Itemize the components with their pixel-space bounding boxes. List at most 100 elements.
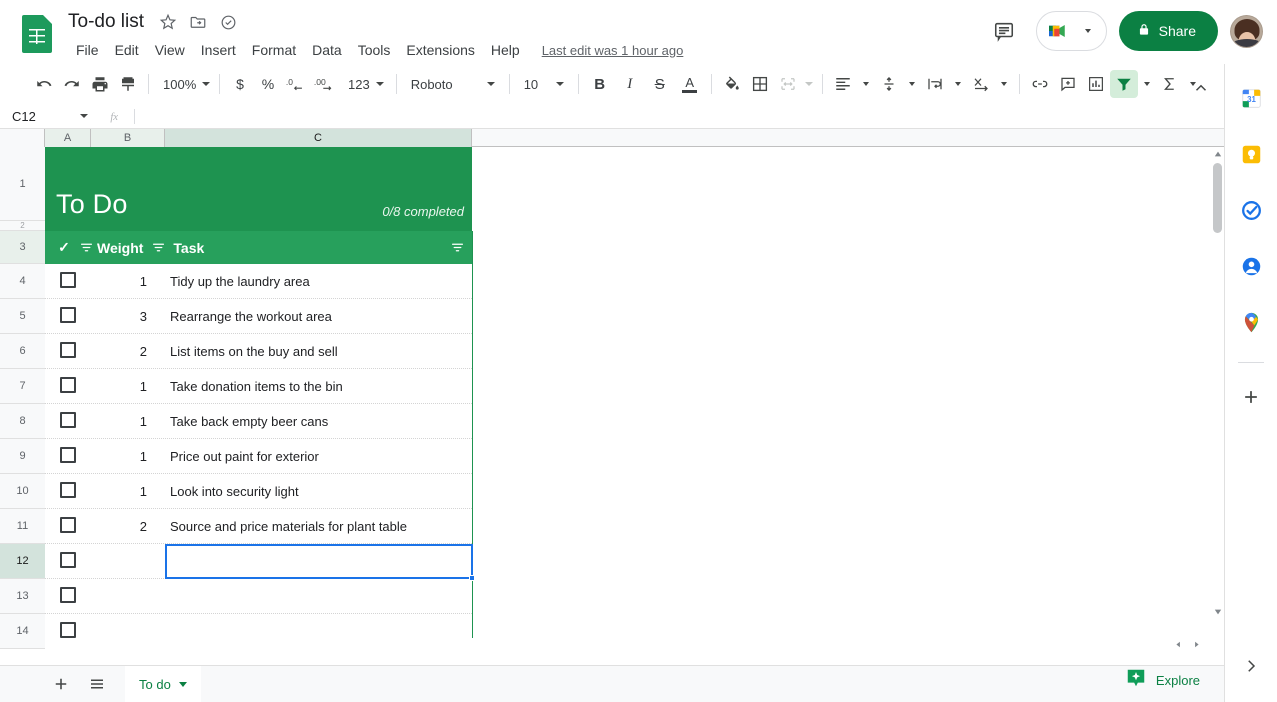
task-checkbox[interactable] bbox=[60, 516, 76, 533]
row-header-5[interactable]: 5 bbox=[0, 299, 45, 334]
filter-icon[interactable] bbox=[1109, 70, 1138, 98]
scroll-down-button[interactable] bbox=[1211, 605, 1224, 619]
row-header-7[interactable]: 7 bbox=[0, 369, 45, 404]
last-edit-status[interactable]: Last edit was 1 hour ago bbox=[542, 43, 684, 58]
column-header-C[interactable]: C bbox=[165, 129, 472, 147]
task-checkbox[interactable] bbox=[60, 271, 76, 288]
row-header-8[interactable]: 8 bbox=[0, 404, 45, 439]
google-meet-icon[interactable] bbox=[1035, 11, 1107, 51]
chevron-down-icon[interactable] bbox=[1084, 29, 1091, 33]
print-icon[interactable] bbox=[86, 70, 114, 98]
insert-chart-icon[interactable] bbox=[1082, 70, 1110, 98]
more-formats-button[interactable]: 123 bbox=[340, 70, 390, 98]
task-name[interactable]: Tidy up the laundry area bbox=[170, 274, 310, 289]
menu-extensions[interactable]: Extensions bbox=[398, 38, 482, 62]
google-contacts-icon[interactable] bbox=[1233, 248, 1269, 284]
google-keep-icon[interactable] bbox=[1233, 136, 1269, 172]
strikethrough-button[interactable]: S bbox=[645, 70, 675, 98]
user-avatar[interactable] bbox=[1230, 14, 1263, 48]
horizontal-align-icon[interactable] bbox=[829, 70, 857, 98]
row-header-6[interactable]: 6 bbox=[0, 334, 45, 369]
task-checkbox[interactable] bbox=[60, 376, 76, 393]
explore-button[interactable]: Explore bbox=[1115, 661, 1210, 700]
horizontal-align-caret[interactable] bbox=[857, 70, 875, 98]
font-size-selector[interactable]: 10 bbox=[516, 70, 572, 98]
task-weight[interactable]: 3 bbox=[91, 309, 147, 324]
vertical-align-caret[interactable] bbox=[903, 70, 921, 98]
borders-icon[interactable] bbox=[746, 70, 774, 98]
row-header-1[interactable]: 1 bbox=[0, 147, 45, 221]
sheet-tab-to-do[interactable]: To do bbox=[125, 665, 201, 702]
row-header-11[interactable]: 11 bbox=[0, 509, 45, 544]
task-weight[interactable]: 1 bbox=[91, 449, 147, 464]
merge-options-caret[interactable] bbox=[802, 70, 816, 98]
chevron-down-icon[interactable] bbox=[178, 681, 187, 687]
formula-input[interactable] bbox=[135, 104, 1224, 129]
row-header-12[interactable]: 12 bbox=[0, 544, 45, 579]
fill-handle[interactable] bbox=[469, 575, 475, 581]
text-rotation-icon[interactable] bbox=[967, 70, 995, 98]
row-header-13[interactable]: 13 bbox=[0, 579, 45, 614]
text-wrapping-caret[interactable] bbox=[949, 70, 967, 98]
task-checkbox[interactable] bbox=[60, 551, 76, 568]
italic-button[interactable]: I bbox=[615, 70, 645, 98]
google-calendar-icon[interactable]: 31 bbox=[1233, 80, 1269, 116]
task-checkbox[interactable] bbox=[60, 411, 76, 428]
google-sheets-logo[interactable] bbox=[20, 14, 53, 54]
task-name[interactable]: Take back empty beer cans bbox=[170, 414, 328, 429]
google-tasks-icon[interactable] bbox=[1233, 192, 1269, 228]
menu-insert[interactable]: Insert bbox=[193, 38, 244, 62]
task-checkbox[interactable] bbox=[60, 341, 76, 358]
paint-format-icon[interactable] bbox=[114, 70, 142, 98]
menu-edit[interactable]: Edit bbox=[107, 38, 147, 62]
menu-help[interactable]: Help bbox=[483, 38, 528, 62]
column-header-B[interactable]: B bbox=[91, 129, 165, 147]
task-weight[interactable]: 1 bbox=[91, 414, 147, 429]
vertical-align-icon[interactable] bbox=[875, 70, 903, 98]
text-wrapping-icon[interactable] bbox=[921, 70, 949, 98]
undo-icon[interactable] bbox=[30, 70, 58, 98]
vertical-scrollbar[interactable] bbox=[1211, 147, 1224, 633]
share-button[interactable]: Share bbox=[1118, 11, 1218, 51]
functions-sigma-icon[interactable] bbox=[1156, 70, 1184, 98]
row-header-10[interactable]: 10 bbox=[0, 474, 45, 509]
redo-icon[interactable] bbox=[58, 70, 86, 98]
task-weight[interactable]: 1 bbox=[91, 379, 147, 394]
task-name[interactable]: Look into security light bbox=[170, 484, 299, 499]
task-name[interactable]: Take donation items to the bin bbox=[170, 379, 343, 394]
name-box[interactable]: C12 bbox=[0, 104, 100, 129]
row-header-4[interactable]: 4 bbox=[0, 264, 45, 299]
task-name[interactable]: Price out paint for exterior bbox=[170, 449, 319, 464]
font-family-selector[interactable]: Roboto bbox=[403, 70, 503, 98]
menu-view[interactable]: View bbox=[147, 38, 193, 62]
fill-color-icon[interactable] bbox=[718, 70, 746, 98]
star-icon[interactable] bbox=[158, 12, 178, 32]
scroll-right-button[interactable] bbox=[1190, 638, 1203, 651]
row-header-14[interactable]: 14 bbox=[0, 614, 45, 649]
task-name[interactable]: Rearrange the workout area bbox=[170, 309, 332, 324]
filter-icon-column-a[interactable] bbox=[75, 241, 97, 254]
task-checkbox[interactable] bbox=[60, 446, 76, 463]
task-checkbox[interactable] bbox=[60, 586, 76, 603]
bold-button[interactable]: B bbox=[585, 70, 615, 98]
select-all-corner[interactable] bbox=[0, 129, 45, 147]
vertical-scroll-thumb[interactable] bbox=[1213, 163, 1222, 233]
scroll-left-button[interactable] bbox=[1172, 638, 1185, 651]
filter-caret[interactable] bbox=[1138, 70, 1156, 98]
collapse-toolbar-icon[interactable] bbox=[1187, 74, 1215, 102]
task-name[interactable]: Source and price materials for plant tab… bbox=[170, 519, 407, 534]
task-weight[interactable]: 2 bbox=[91, 519, 147, 534]
menu-format[interactable]: Format bbox=[244, 38, 304, 62]
task-name[interactable]: List items on the buy and sell bbox=[170, 344, 338, 359]
all-sheets-icon[interactable] bbox=[80, 667, 114, 701]
add-side-panel-app-icon[interactable] bbox=[1233, 379, 1269, 415]
menu-data[interactable]: Data bbox=[304, 38, 350, 62]
filter-icon-column-c[interactable] bbox=[446, 240, 468, 256]
page-title[interactable]: To-do list bbox=[64, 10, 148, 34]
task-weight[interactable]: 1 bbox=[91, 484, 147, 499]
currency-format-button[interactable]: $ bbox=[226, 70, 254, 98]
increase-decimal-button[interactable]: .00 bbox=[310, 70, 340, 98]
comment-history-icon[interactable] bbox=[984, 11, 1024, 51]
scroll-up-button[interactable] bbox=[1211, 147, 1224, 161]
filter-icon-column-b[interactable] bbox=[147, 241, 169, 254]
